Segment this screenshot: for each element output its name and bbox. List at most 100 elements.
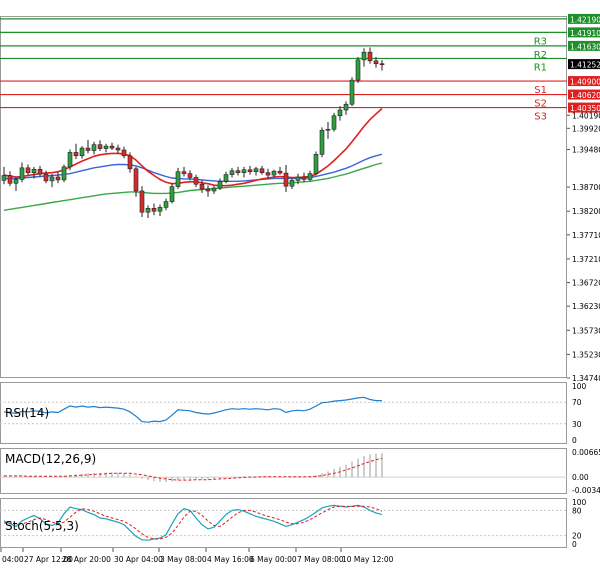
y-tick-label: 1.38700 xyxy=(572,183,600,192)
candle-body xyxy=(19,167,25,180)
level-price-R3: 1.41910 xyxy=(570,29,600,38)
y-tick-label: 1.39920 xyxy=(572,124,600,133)
candle-body xyxy=(277,170,283,174)
candle-body xyxy=(145,208,151,213)
rsi-tick-label: 0 xyxy=(572,436,577,445)
candle-body xyxy=(373,60,379,65)
candle-body xyxy=(85,147,91,151)
current-price-label: 1.41252 xyxy=(570,61,600,70)
rsi-label: RSI(14) xyxy=(5,406,49,420)
pane-frame-stoch xyxy=(0,498,567,548)
level-price-S1: 1.40900 xyxy=(570,78,600,87)
candle-body xyxy=(259,168,265,173)
candle-body xyxy=(97,144,103,149)
candle-body xyxy=(253,168,259,172)
candle-body xyxy=(79,147,85,157)
level-label-R1: R1 xyxy=(534,62,547,73)
candle-body xyxy=(7,175,13,184)
candle-body xyxy=(13,179,19,184)
candle-body xyxy=(103,145,109,149)
candle-body xyxy=(139,190,145,213)
candle-body xyxy=(193,177,199,185)
candle-body xyxy=(307,173,313,180)
candle-body xyxy=(283,172,289,187)
stoch-tick-label: 0 xyxy=(572,540,577,549)
rsi-tick-label: 100 xyxy=(572,382,587,391)
candle-body xyxy=(169,186,175,202)
candle-body xyxy=(31,168,37,173)
x-tick-label: 3 May 08:00 xyxy=(160,555,207,564)
y-tick-label: 1.39480 xyxy=(572,146,600,155)
y-tick-label: 1.36230 xyxy=(572,302,600,311)
x-tick-label: 30 Apr 04:00 xyxy=(114,555,163,564)
candle-body xyxy=(265,172,271,176)
candle-body xyxy=(25,167,31,173)
level-price-S2: 1.40620 xyxy=(570,91,600,100)
candle-body xyxy=(361,51,367,61)
candle-body xyxy=(205,188,211,192)
macd-tick-label: -0.003435 xyxy=(572,486,600,495)
candle-body xyxy=(217,181,223,189)
candle-body xyxy=(313,154,319,174)
x-tick-label: 04:00 xyxy=(2,555,24,564)
candle-body xyxy=(109,145,115,149)
candle-body xyxy=(379,63,385,66)
candle-body xyxy=(223,174,229,182)
rsi-tick-label: 30 xyxy=(572,420,582,429)
candle-body xyxy=(49,176,55,182)
level-label-S3: S3 xyxy=(534,112,547,123)
candle-body xyxy=(295,176,301,181)
candle-body xyxy=(115,147,121,151)
macd-label: MACD(12,26,9) xyxy=(5,452,96,466)
x-tick-label: 6 May 00:00 xyxy=(250,555,297,564)
candle-body xyxy=(187,173,193,178)
level-label-R2: R2 xyxy=(534,50,547,61)
candle-body xyxy=(319,129,325,155)
candle-body xyxy=(1,175,7,181)
trading-chart: 1.42190R31.41910R21.41630R1S11.40900S21.… xyxy=(0,13,600,564)
candle-body xyxy=(229,170,235,175)
candle-body xyxy=(151,208,157,212)
candle-body xyxy=(73,152,79,157)
candle-body xyxy=(127,155,133,170)
candle-body xyxy=(175,171,181,187)
stoch-label: Stoch(5,5,3) xyxy=(5,519,79,533)
candle-body xyxy=(241,169,247,173)
candle-body xyxy=(331,115,337,130)
rsi-line xyxy=(3,396,382,423)
candle-body xyxy=(91,144,97,151)
y-tick-label: 1.37210 xyxy=(572,255,600,264)
candle-body xyxy=(367,51,373,62)
x-tick-label: 10 May 12:00 xyxy=(342,555,394,564)
candle-body xyxy=(121,149,127,157)
candle-body xyxy=(235,170,241,173)
candle-body xyxy=(211,187,217,192)
x-tick-label: 4 May 16:00 xyxy=(207,555,254,564)
y-tick-label: 1.35730 xyxy=(572,326,600,335)
candle-body xyxy=(199,183,205,190)
candle-body xyxy=(301,176,307,180)
y-tick-label: 1.37710 xyxy=(572,231,600,240)
candle-body xyxy=(289,180,295,187)
candle-body xyxy=(157,207,163,212)
pane-frame-rsi xyxy=(0,382,567,444)
candle-body xyxy=(343,103,349,111)
level-price-top: 1.42190 xyxy=(570,15,600,24)
candle-body xyxy=(61,166,67,181)
x-tick-label: 28 Apr 20:00 xyxy=(62,555,111,564)
y-tick-label: 1.40190 xyxy=(572,111,600,120)
candle-body xyxy=(133,168,139,192)
y-tick-label: 1.35230 xyxy=(572,350,600,359)
rsi-tick-label: 70 xyxy=(572,398,582,407)
y-tick-label: 1.38200 xyxy=(572,207,600,216)
candle-body xyxy=(337,109,343,117)
candle-body xyxy=(163,201,169,208)
candle-body xyxy=(325,128,331,131)
candle-body xyxy=(55,176,61,181)
candle-body xyxy=(271,170,277,176)
stoch-tick-label: 80 xyxy=(572,506,582,515)
candle-body xyxy=(247,169,253,172)
candle-body xyxy=(349,79,355,105)
x-tick-label: 7 May 08:00 xyxy=(297,555,344,564)
level-price-R2: 1.41630 xyxy=(570,42,600,51)
